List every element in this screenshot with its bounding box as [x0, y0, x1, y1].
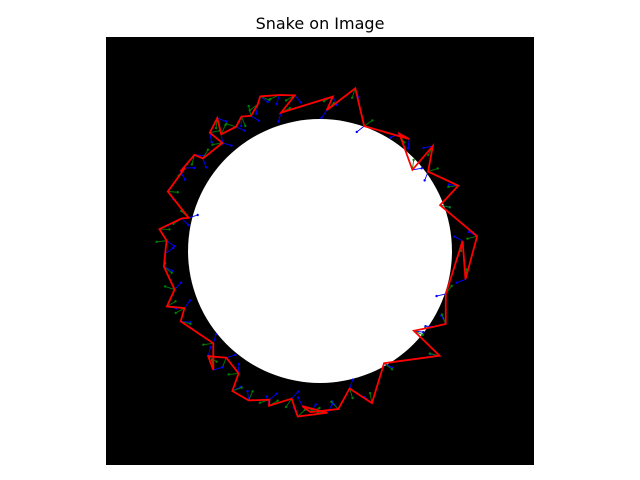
- force-arrow-image-head: [246, 389, 249, 393]
- force-arrow-elastic-head: [371, 119, 374, 122]
- force-arrow-elastic-head: [174, 311, 177, 315]
- chart-title: Snake on Image: [256, 14, 385, 33]
- force-arrow-image-head: [265, 395, 268, 398]
- force-arrow-image-head: [297, 396, 300, 399]
- force-arrow-image-head: [355, 130, 358, 134]
- force-arrow-image-head: [335, 103, 339, 107]
- force-arrow-elastic-head: [215, 360, 218, 363]
- force-arrow-image-head: [243, 129, 246, 132]
- force-arrow-image-head: [455, 281, 458, 284]
- force-arrow-image-head: [179, 281, 183, 284]
- force-arrow-image-head: [266, 100, 269, 104]
- force-arrow-elastic-head: [448, 206, 452, 209]
- force-arrow-elastic-head: [176, 191, 180, 194]
- force-arrow-image-head: [423, 179, 426, 182]
- force-arrow-image-head: [209, 345, 212, 349]
- force-arrow-image-head: [257, 119, 261, 122]
- force-arrow-image-head: [467, 230, 470, 234]
- force-arrow-image-head: [275, 392, 278, 395]
- force-arrow-image-head: [420, 167, 423, 170]
- force-arrow-image-head: [210, 140, 213, 144]
- force-arrow-image-head: [422, 330, 425, 334]
- force-arrow-image-head: [447, 183, 451, 186]
- force-arrow-elastic-head: [284, 405, 288, 409]
- force-arrow-image-head: [330, 403, 334, 406]
- force-arrow-image-head: [277, 120, 280, 123]
- force-arrow-elastic-head: [170, 271, 173, 275]
- force-arrow-elastic-head: [227, 373, 230, 376]
- force-arrow-elastic-head: [163, 285, 167, 288]
- force-arrow-image-head: [351, 378, 355, 381]
- force-arrow-image-head: [224, 120, 228, 123]
- force-arrow-elastic-head: [450, 284, 453, 288]
- force-arrow-image-head: [296, 390, 300, 393]
- force-arrow-image-head: [237, 362, 241, 366]
- force-arrow-elastic-head: [211, 143, 214, 146]
- force-arrow-image-head: [422, 146, 425, 150]
- image-disc: [188, 119, 452, 383]
- force-arrow-image-head: [221, 366, 224, 369]
- force-arrow-elastic-head: [214, 126, 218, 130]
- force-arrow-image-head: [453, 235, 456, 238]
- force-arrow-image-head: [234, 353, 237, 357]
- force-arrow-elastic-head: [351, 396, 354, 400]
- force-arrow-elastic-head: [330, 400, 333, 403]
- force-arrow-elastic-head: [202, 343, 205, 346]
- force-arrow-elastic-head: [174, 300, 177, 303]
- force-arrow-elastic-head: [268, 98, 271, 102]
- force-arrow-elastic-head: [466, 237, 469, 240]
- force-arrow-elastic-head: [368, 392, 372, 395]
- force-arrow-elastic-head: [421, 333, 425, 337]
- force-arrow-image-head: [240, 124, 243, 128]
- force-arrow-image-head: [406, 147, 410, 150]
- force-arrow-elastic-head: [244, 124, 247, 128]
- force-arrow-elastic-head: [189, 322, 192, 325]
- force-arrow-image-head: [299, 101, 303, 104]
- force-arrow-elastic-head: [318, 406, 321, 410]
- force-arrow-elastic-head: [190, 163, 194, 166]
- force-arrow-image-head: [230, 144, 233, 147]
- force-arrow-image-head: [188, 299, 192, 302]
- force-arrow-elastic-head: [440, 313, 444, 316]
- force-arrow-image-head: [187, 223, 190, 227]
- force-arrow-elastic-head: [427, 153, 430, 157]
- force-arrow-image-head: [183, 178, 187, 181]
- force-arrow-elastic-head: [284, 99, 288, 102]
- force-arrow-elastic-head: [248, 109, 251, 112]
- force-arrow-elastic-head: [428, 352, 432, 355]
- force-arrow-elastic-head: [350, 96, 354, 99]
- force-arrow-image-head: [196, 213, 199, 217]
- force-arrow-elastic-head: [247, 104, 250, 108]
- force-arrow-elastic-head: [258, 401, 262, 404]
- force-arrow-image-head: [314, 403, 318, 406]
- force-arrow-image-head: [255, 112, 258, 115]
- force-arrow-image-head: [275, 102, 278, 106]
- force-arrow-image-head: [204, 166, 208, 169]
- force-arrow-image-head: [435, 294, 438, 298]
- force-arrow-image-head: [173, 244, 176, 248]
- force-arrow-elastic-head: [276, 399, 279, 402]
- force-arrow-elastic-head: [168, 228, 171, 231]
- force-arrow-elastic-head: [251, 390, 254, 393]
- force-arrow-elastic-head: [436, 167, 439, 170]
- chart-figure: Snake on Image: [106, 14, 534, 465]
- plot-area: [106, 37, 534, 465]
- force-arrow-elastic-head: [155, 240, 158, 244]
- force-arrow-image-head: [193, 166, 196, 170]
- force-arrow-elastic-head: [240, 386, 243, 389]
- force-arrow-elastic-head: [447, 185, 450, 189]
- force-arrow-elastic-head: [225, 122, 228, 126]
- force-arrow-image-head: [320, 116, 323, 120]
- force-arrow-image-head: [214, 333, 218, 336]
- force-arrow-elastic-head: [206, 148, 210, 151]
- force-arrow-elastic-head: [412, 158, 415, 162]
- force-arrow-image-head: [389, 136, 392, 139]
- force-arrow-elastic-head: [390, 367, 394, 371]
